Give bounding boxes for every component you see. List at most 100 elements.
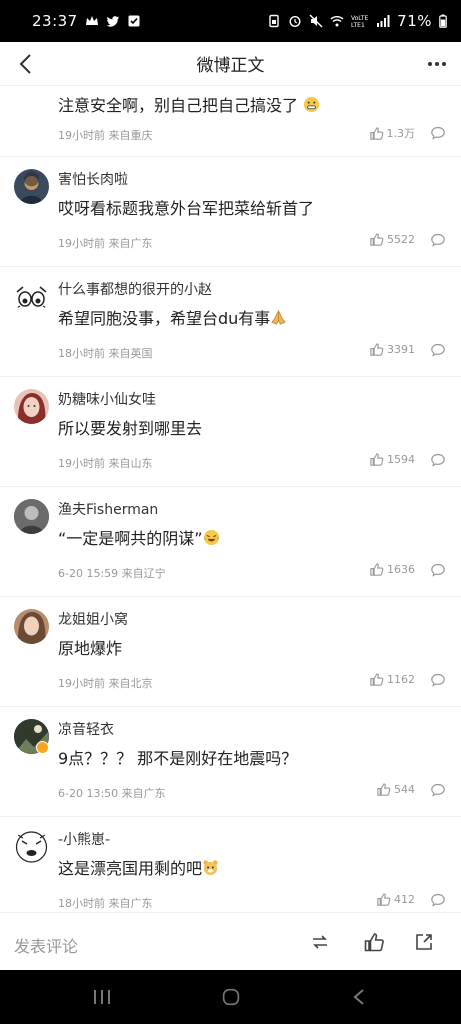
comment-text: 9点？？？ 那不是刚好在地震吗？ <box>58 749 298 768</box>
alarm-icon <box>289 15 301 28</box>
bear-face-emoji-icon <box>203 860 218 876</box>
laughing-tears-emoji-icon <box>203 529 219 546</box>
reply-icon[interactable] <box>430 562 446 578</box>
reply-icon[interactable] <box>430 232 446 248</box>
praying-hands-emoji-icon <box>271 310 287 325</box>
like-button[interactable]: 544 <box>376 782 415 797</box>
battery-percent: 71% <box>397 12 432 30</box>
comment-text: 注意安全啊，别自己把自己搞没了 <box>58 92 320 116</box>
avatar[interactable] <box>14 829 49 864</box>
comment-meta: 18小时前 来自英国 <box>58 347 153 360</box>
thumbs-up-icon <box>370 233 384 246</box>
comment-username[interactable]: 奶糖味小仙女哇 <box>58 389 156 409</box>
comment-meta: 19小时前 来自北京 <box>58 677 153 690</box>
reply-icon[interactable] <box>430 672 446 688</box>
comment-meta: 6-20 15:59 来自辽宁 <box>58 567 166 580</box>
thumbs-up-icon <box>377 893 391 906</box>
reply-icon[interactable] <box>430 892 446 908</box>
avatar-image <box>14 286 49 310</box>
like-count: 1636 <box>387 563 415 576</box>
more-button[interactable] <box>423 50 451 78</box>
thumbs-up-icon <box>370 673 384 686</box>
comment-meta: 6-20 13:50 来自广东 <box>58 787 166 800</box>
reply-icon[interactable] <box>430 342 446 358</box>
avatar[interactable] <box>14 169 49 204</box>
comment-username[interactable]: 龙姐姐小窝 <box>58 609 128 629</box>
recent-apps-icon[interactable] <box>92 988 112 1006</box>
nav-bar: 微博正文 <box>0 42 461 86</box>
crown-icon <box>85 16 98 25</box>
like-button[interactable]: 1162 <box>369 672 415 687</box>
avatar[interactable] <box>14 389 49 424</box>
grimace-emoji-icon <box>304 96 320 113</box>
reply-icon[interactable] <box>430 782 446 798</box>
home-icon[interactable] <box>220 988 242 1006</box>
like-count: 412 <box>394 893 415 906</box>
avatar[interactable] <box>14 499 49 534</box>
back-button[interactable] <box>12 50 40 78</box>
comment-text: 原地爆炸 <box>58 639 123 658</box>
battery-icon <box>439 14 447 28</box>
comment-meta: 18小时前 来自广东 <box>58 897 153 910</box>
reply-icon[interactable] <box>430 125 446 141</box>
volte-icon: VoLTELTE1 <box>351 15 368 28</box>
twitter-icon <box>106 16 119 27</box>
comment-username[interactable]: 什么事都想的很开的小赵 <box>58 279 212 299</box>
like-button[interactable]: 1.3万 <box>369 125 416 141</box>
like-button[interactable]: 412 <box>376 892 415 907</box>
comment-text: “一定是啊共的阴谋” <box>58 525 220 549</box>
repost-icon[interactable] <box>309 931 331 953</box>
svg-text:VoLTE: VoLTE <box>351 15 368 22</box>
comment-meta: 19小时前 来自山东 <box>58 457 153 470</box>
like-button[interactable]: 3391 <box>369 342 415 357</box>
comment-item: 注意安全啊，别自己把自己搞没了 19小时前 来自重庆 1.3万 <box>0 86 461 157</box>
reply-icon[interactable] <box>430 452 446 468</box>
comment-item: 渔夫Fisherman “一定是啊共的阴谋” 6-20 15:59 来自辽宁 1… <box>0 487 461 597</box>
svg-text:LTE1: LTE1 <box>351 22 365 28</box>
bottom-action-bar: 发表评论 <box>0 912 461 970</box>
back-nav-icon[interactable] <box>352 988 366 1006</box>
page-title: 微博正文 <box>196 56 265 76</box>
like-count: 544 <box>394 783 415 796</box>
thumbs-up-icon <box>370 563 384 576</box>
comment-username[interactable]: 害怕长肉啦 <box>58 169 128 189</box>
comment-input[interactable]: 发表评论 <box>14 933 78 957</box>
mute-icon <box>309 14 323 28</box>
comment-text: 所以要发射到哪里去 <box>58 419 203 438</box>
comment-username[interactable]: 渔夫Fisherman <box>58 499 158 519</box>
like-count: 1594 <box>387 453 415 466</box>
verified-badge-icon <box>36 741 49 754</box>
chevron-left-icon <box>19 54 31 74</box>
like-post-icon[interactable] <box>363 931 385 953</box>
thumbs-up-icon <box>377 783 391 796</box>
avatar-image <box>20 171 43 204</box>
signal-icon <box>377 15 390 27</box>
like-count: 3391 <box>387 343 415 356</box>
avatar-image <box>17 612 46 644</box>
avatar-image <box>15 831 48 863</box>
share-icon[interactable] <box>413 931 435 953</box>
like-count: 5522 <box>387 233 415 246</box>
like-button[interactable]: 5522 <box>369 232 415 247</box>
comment-item: 什么事都想的很开的小赵 希望同胞没事，希望台du有事 18小时前 来自英国 33… <box>0 267 461 377</box>
comment-text: 哎呀看标题我意外台军把菜给斩首了 <box>58 199 315 218</box>
like-button[interactable]: 1594 <box>369 452 415 467</box>
comment-list[interactable]: 注意安全啊，别自己把自己搞没了 19小时前 来自重庆 1.3万 害怕长肉啦 哎呀… <box>0 86 461 912</box>
comment-username[interactable]: 凉音轻衣 <box>58 719 114 739</box>
more-dots-icon <box>428 62 446 66</box>
like-count: 1.3万 <box>386 127 416 140</box>
thumbs-up-icon <box>370 453 384 466</box>
thumbs-up-icon <box>369 126 383 140</box>
comment-text: 希望同胞没事，希望台du有事 <box>58 305 287 329</box>
comment-item: -小熊崽- 这是漂亮国用剩的吧 18小时前 来自广东 412 <box>0 817 461 912</box>
comment-item: 奶糖味小仙女哇 所以要发射到哪里去 19小时前 来自山东 1594 <box>0 377 461 487</box>
sim-icon <box>269 14 279 28</box>
comment-username[interactable]: -小熊崽- <box>58 829 110 849</box>
comment-item: 凉音轻衣 9点？？？ 那不是刚好在地震吗？ 6-20 13:50 来自广东 54… <box>0 707 461 817</box>
avatar[interactable] <box>14 609 49 644</box>
comment-item: 害怕长肉啦 哎呀看标题我意外台军把菜给斩首了 19小时前 来自广东 5522 <box>0 157 461 267</box>
avatar[interactable] <box>14 279 49 314</box>
comment-text: 这是漂亮国用剩的吧 <box>58 855 219 879</box>
comment-item: 龙姐姐小窝 原地爆炸 19小时前 来自北京 1162 <box>0 597 461 707</box>
like-button[interactable]: 1636 <box>369 562 415 577</box>
